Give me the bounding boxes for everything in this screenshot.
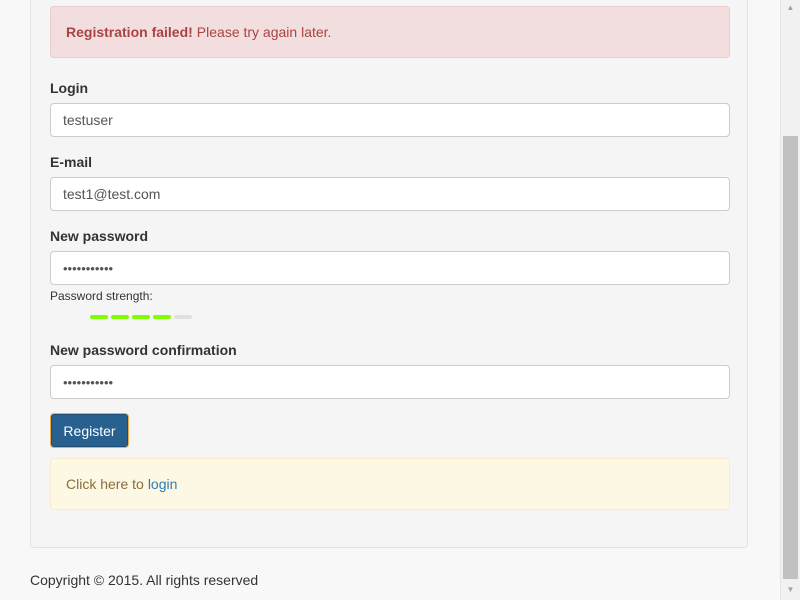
login-input[interactable] bbox=[50, 103, 730, 137]
login-link[interactable]: login bbox=[148, 476, 178, 492]
email-input[interactable] bbox=[50, 177, 730, 211]
login-alert: Click here to login bbox=[50, 458, 730, 510]
strength-segment bbox=[132, 315, 150, 319]
error-alert-title: Registration failed! bbox=[66, 24, 193, 40]
password-confirmation-input[interactable] bbox=[50, 365, 730, 399]
password-strength-label: Password strength: bbox=[50, 289, 153, 303]
login-label: Login bbox=[50, 80, 89, 96]
strength-segment bbox=[153, 315, 171, 319]
scroll-up-arrow-icon[interactable]: ▲ bbox=[783, 0, 798, 16]
password-confirmation-label: New password confirmation bbox=[50, 342, 237, 358]
strength-segment bbox=[90, 315, 108, 319]
new-password-input[interactable] bbox=[50, 251, 730, 285]
email-label: E-mail bbox=[50, 154, 93, 170]
strength-segment bbox=[111, 315, 129, 319]
login-alert-text: Click here to bbox=[66, 476, 144, 492]
error-alert: Registration failed! Please try again la… bbox=[50, 6, 730, 58]
register-button[interactable]: Register bbox=[50, 413, 129, 448]
strength-segment bbox=[174, 315, 192, 319]
error-alert-message: Please try again later. bbox=[196, 24, 332, 40]
footer-copyright: Copyright © 2015. All rights reserved bbox=[30, 572, 259, 588]
vertical-scrollbar[interactable]: ▲ ▼ bbox=[780, 0, 800, 600]
password-strength-meter bbox=[90, 315, 192, 319]
scroll-down-arrow-icon[interactable]: ▼ bbox=[783, 582, 798, 598]
scrollbar-thumb[interactable] bbox=[783, 136, 798, 579]
registration-page: Registration failed! Please try again la… bbox=[0, 0, 800, 600]
new-password-label: New password bbox=[50, 228, 149, 244]
